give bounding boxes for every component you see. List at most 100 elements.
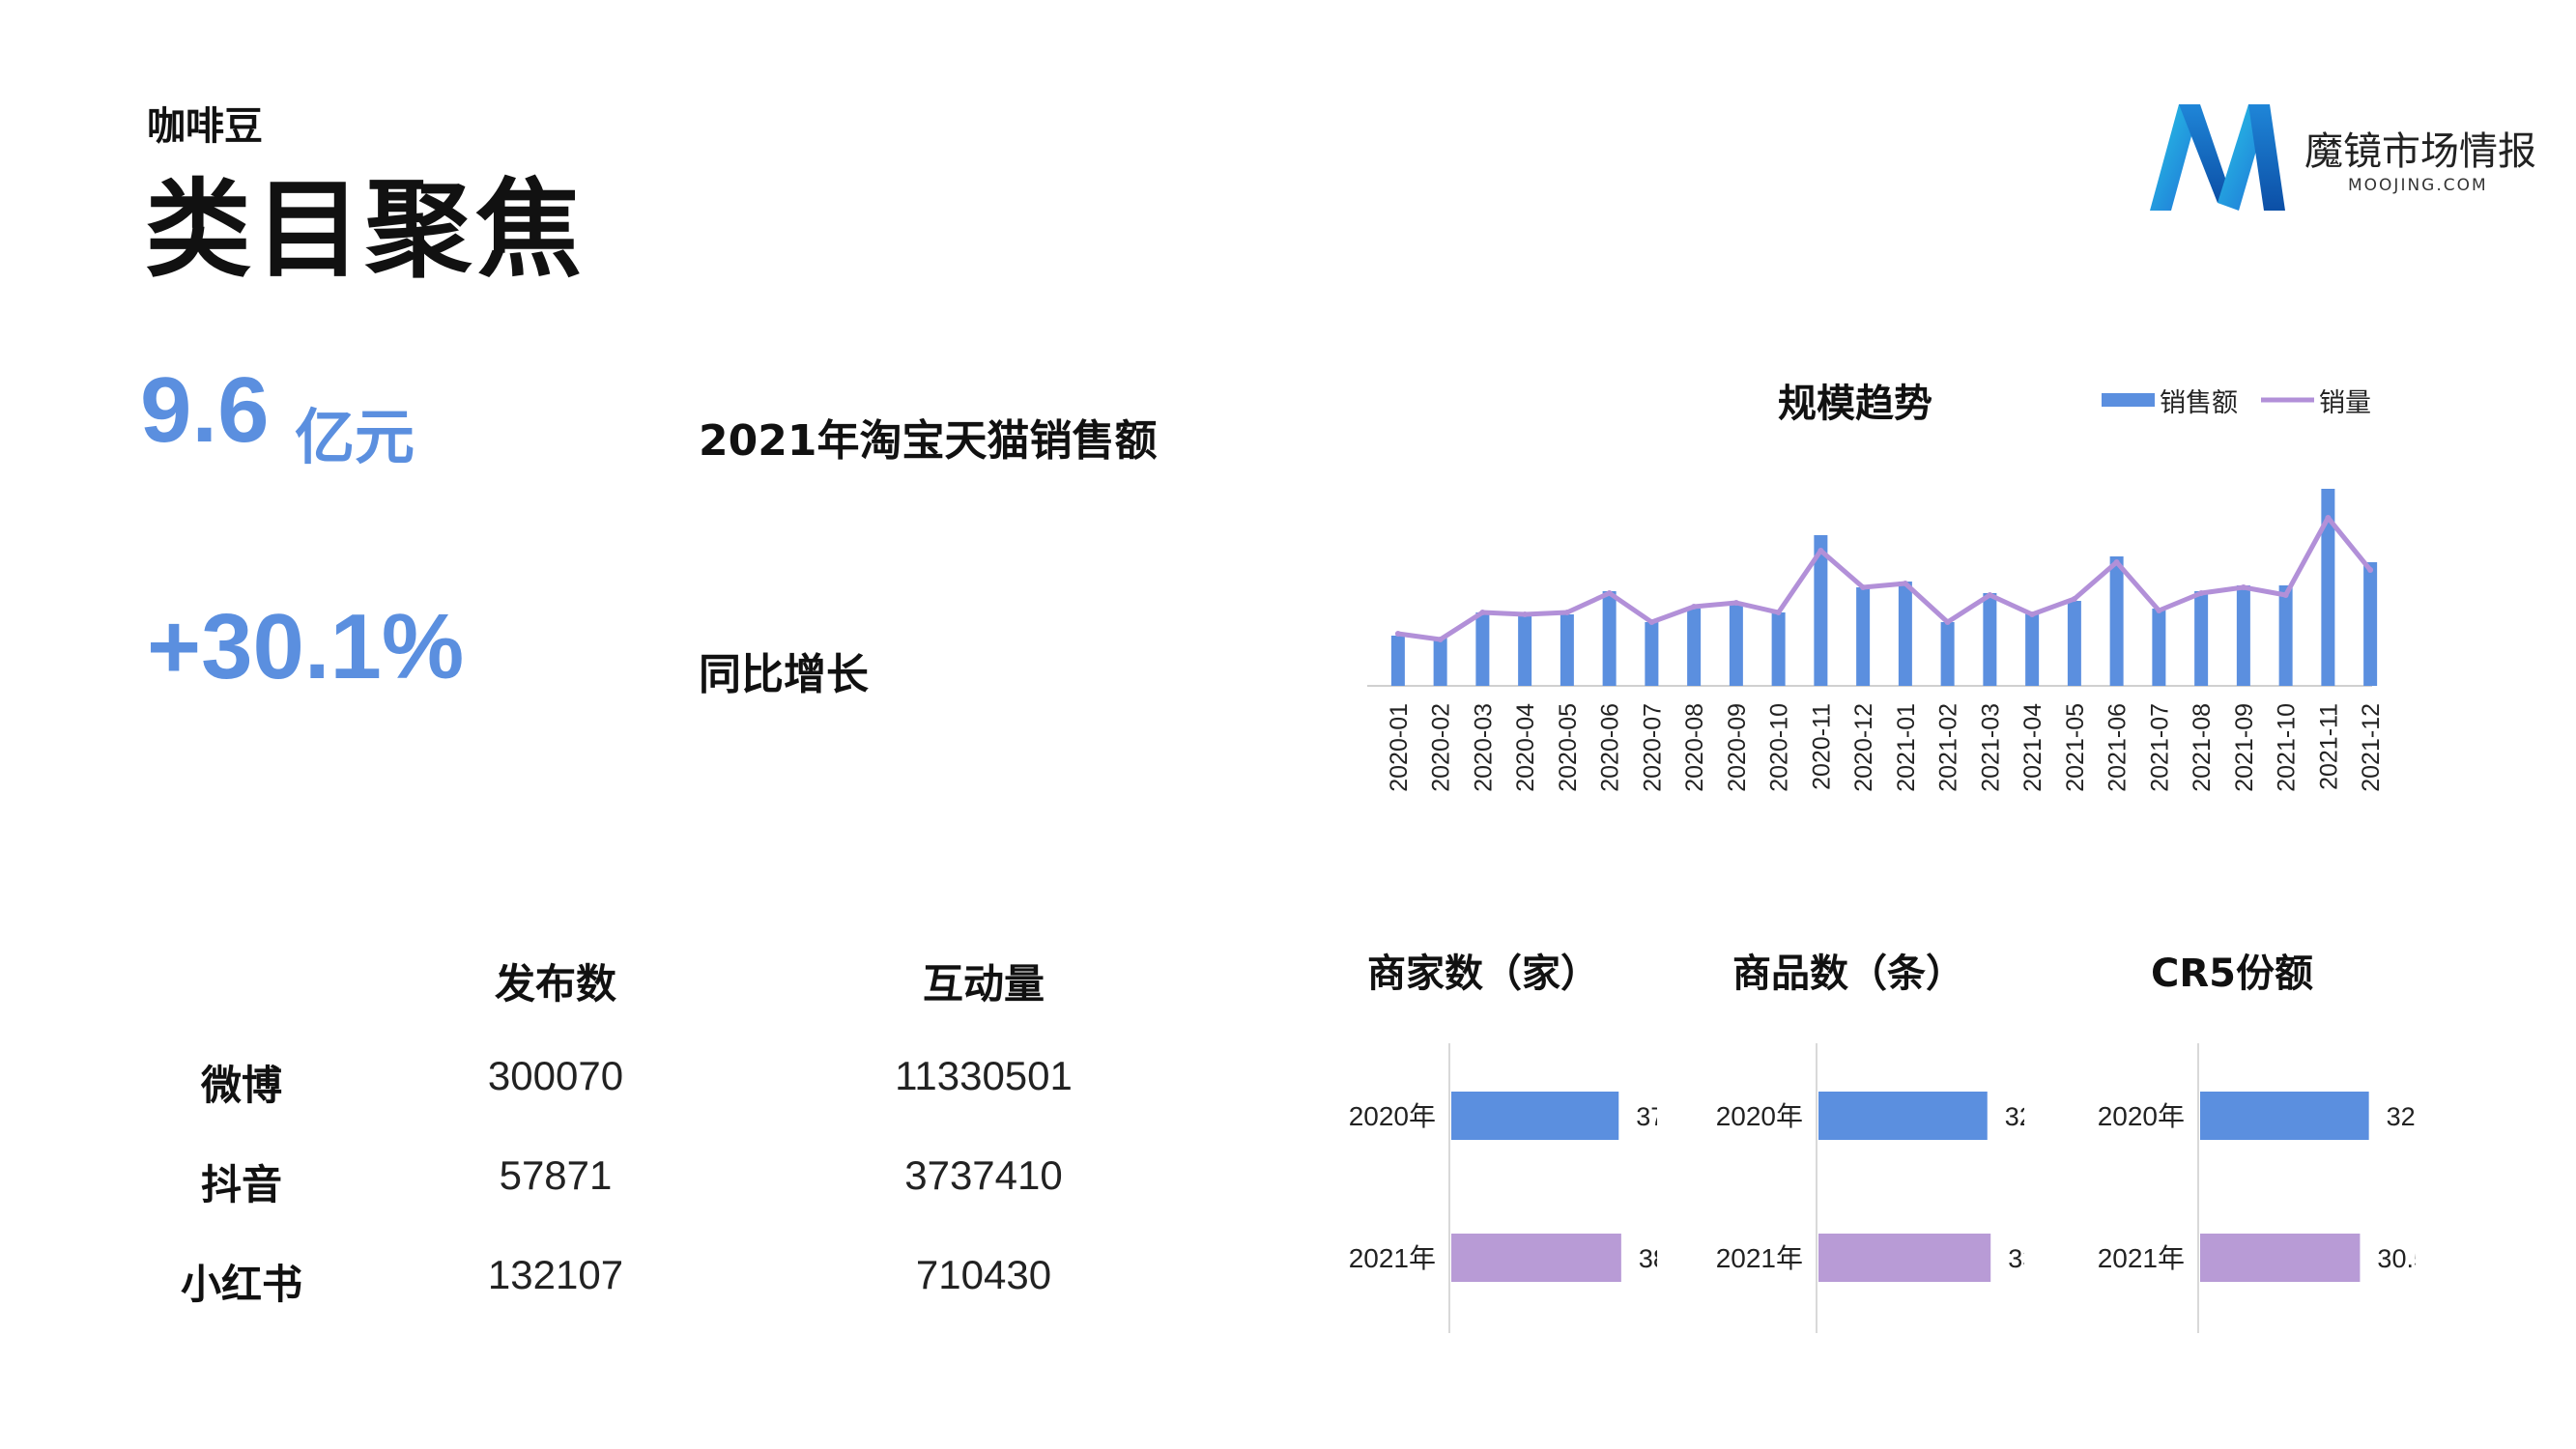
volume-point	[1394, 631, 1401, 637]
sales-bar	[1771, 612, 1786, 686]
merchants-chart: 2020年 3790 2021年 3847	[1349, 1043, 1657, 1333]
volume-point	[2071, 596, 2077, 602]
category-bar	[1451, 1234, 1621, 1282]
y-tick-label: 2021年	[1716, 1243, 1803, 1273]
cr5-chart-title: CR5份额	[2151, 952, 2313, 996]
y-tick-label: 2020年	[2098, 1101, 2185, 1131]
x-tick-label: 2020-01	[1386, 703, 1413, 792]
x-tick-label: 2021-11	[2315, 703, 2342, 790]
table-cell: 11330501	[895, 1053, 1073, 1098]
y-tick-label: 2021年	[1349, 1243, 1436, 1273]
sales-unit: 亿元	[295, 402, 415, 472]
legend-label-volume: 销量	[2319, 388, 2371, 417]
legend-label-sales: 销售额	[2160, 388, 2238, 417]
volume-point	[2113, 559, 2120, 565]
volume-point	[2240, 584, 2247, 590]
sales-bar	[1602, 591, 1617, 686]
data-label: 30.5%	[2377, 1244, 2416, 1273]
volume-point	[2325, 515, 2332, 521]
volume-point	[1437, 637, 1444, 642]
volume-point	[1691, 604, 1698, 610]
logo-domain: MOOJING.COM	[2348, 176, 2488, 195]
x-tick-label: 2020-08	[1681, 703, 1708, 792]
row-label: 抖音	[200, 1161, 282, 1208]
data-label: 32.2%	[2387, 1102, 2416, 1131]
x-tick-label: 2021-12	[2358, 703, 2385, 792]
table-cell: 132107	[487, 1252, 624, 1297]
sales-value: 9.6	[140, 358, 270, 462]
trend-chart: 2020-01 2020-02 2020-03 2020-04 2020-05 2020-…	[1367, 489, 2385, 792]
volume-point	[1987, 592, 1993, 598]
x-tick-label: 2020-02	[1428, 703, 1455, 792]
volume-point	[1648, 619, 1655, 625]
y-tick-label: 2020年	[1716, 1101, 1803, 1131]
x-tick-label: 2020-05	[1555, 703, 1582, 792]
sales-bar	[1645, 622, 1659, 686]
volume-point	[1563, 610, 1570, 615]
data-label: 3790	[1636, 1102, 1657, 1131]
sales-bar	[1983, 593, 1997, 686]
x-tick-label: 2020-12	[1850, 703, 1877, 792]
table-cell: 3737410	[904, 1152, 1063, 1198]
x-tick-label: 2020-10	[1766, 703, 1793, 792]
category-bar	[1818, 1092, 1988, 1140]
logo-name: 魔镜市场情报	[2304, 129, 2536, 174]
sales-bar	[2363, 562, 2378, 686]
x-tick-label: 2021-03	[1977, 703, 2004, 792]
x-tick-label: 2021-05	[2062, 703, 2089, 792]
moojing-logo-icon	[2150, 104, 2285, 211]
category-bar	[2200, 1092, 2369, 1140]
row-label: 微博	[200, 1062, 282, 1109]
volume-point	[1732, 600, 1739, 606]
volume-point	[1606, 590, 1613, 596]
cr5-chart: 2020年 32.2% 2021年 30.5%	[2098, 1043, 2416, 1333]
y-tick-label: 2020年	[1349, 1101, 1436, 1131]
sales-bar	[1475, 612, 1490, 686]
volume-point	[1522, 611, 1529, 617]
x-tick-label: 2021-06	[2104, 703, 2132, 792]
page-title: 类目聚焦	[145, 168, 586, 292]
x-tick-label: 2021-08	[2189, 703, 2216, 792]
category-bar	[1451, 1092, 1619, 1140]
x-tick-label: 2021-04	[2019, 703, 2046, 792]
x-tick-label: 2021-10	[2274, 703, 2301, 792]
x-tick-label: 2021-07	[2146, 703, 2173, 792]
sales-bar	[1729, 603, 1743, 686]
data-label: 32766	[2005, 1102, 2024, 1131]
volume-point	[2282, 592, 2289, 598]
products-chart: 2020年 32766 2021年 33412	[1716, 1043, 2024, 1333]
x-tick-label: 2020-09	[1724, 703, 1751, 792]
trend-legend: 销售额 销量	[2102, 388, 2371, 417]
row-label: 小红书	[180, 1261, 302, 1308]
legend-bar-swatch	[2102, 393, 2155, 407]
volume-point	[2029, 611, 2036, 617]
x-tick-label: 2021-09	[2231, 703, 2258, 792]
merchants-chart-title: 商家数（家）	[1367, 952, 1599, 996]
sales-label: 2021年淘宝天猫销售额	[699, 416, 1158, 466]
volume-point	[1479, 610, 1486, 615]
volume-point	[2367, 567, 2374, 573]
sales-bar	[1433, 638, 1447, 686]
sales-bar	[1940, 622, 1955, 686]
x-tick-label: 2020-06	[1597, 703, 1624, 792]
trend-chart-title: 规模趋势	[1778, 382, 1932, 426]
growth-label: 同比增长	[699, 650, 869, 699]
volume-point	[1775, 610, 1782, 615]
sales-bar	[1687, 609, 1702, 686]
data-label: 3847	[1639, 1244, 1657, 1273]
x-tick-label: 2020-11	[1808, 703, 1835, 790]
y-tick-label: 2021年	[2098, 1243, 2185, 1273]
x-tick-label: 2020-04	[1512, 703, 1539, 792]
volume-line	[1397, 515, 2373, 642]
table-cell: 57871	[499, 1152, 613, 1198]
sales-bar	[1518, 614, 1532, 686]
sales-bar	[2025, 612, 2040, 686]
sales-bar	[2278, 585, 2293, 686]
x-tick-label: 2021-01	[1893, 703, 1920, 792]
col-header-posts: 发布数	[494, 960, 616, 1008]
sales-bar	[1856, 587, 1871, 686]
table-cell: 710430	[915, 1252, 1052, 1297]
sales-bar	[1560, 614, 1574, 686]
x-tick-label: 2021-02	[1935, 703, 1962, 792]
volume-point	[2156, 608, 2162, 613]
